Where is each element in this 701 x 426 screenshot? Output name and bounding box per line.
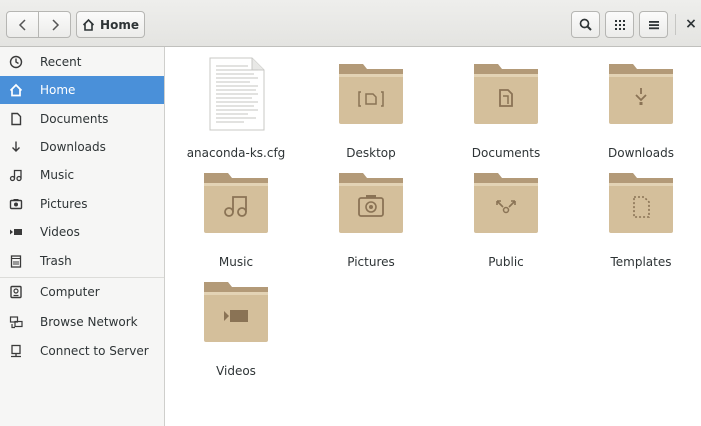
sidebar-item-videos[interactable]: Videos: [0, 218, 164, 246]
folder-item-documents[interactable]: Documents: [441, 56, 571, 166]
sidebar-item-browse-network[interactable]: Browse Network: [0, 308, 164, 336]
document-icon: [8, 111, 24, 127]
hamburger-menu-icon: [648, 20, 659, 29]
sidebar-item-label: Downloads: [40, 140, 106, 154]
sidebar-item-trash[interactable]: Trash: [0, 247, 164, 275]
folder-icon: [474, 64, 538, 124]
folder-icon: [339, 173, 403, 233]
path-home-button[interactable]: Home: [76, 11, 145, 38]
trash-icon: [8, 253, 24, 269]
sidebar-item-label: Connect to Server: [40, 344, 149, 358]
sidebar-item-label: Videos: [40, 225, 80, 239]
home-icon: [8, 82, 24, 98]
network-icon: [8, 314, 24, 330]
folder-item-pictures[interactable]: Pictures: [306, 165, 436, 275]
sidebar-item-computer[interactable]: Computer: [0, 278, 164, 306]
path-label: Home: [100, 17, 139, 32]
folder-icon: [474, 173, 538, 233]
folder-name: Downloads: [608, 146, 674, 160]
video-icon: [8, 224, 24, 240]
folder-name: Videos: [216, 364, 256, 378]
file-name: anaconda-ks.cfg: [186, 146, 286, 160]
folder-item-videos[interactable]: Videos: [171, 274, 301, 384]
chevron-left-icon: [18, 18, 26, 31]
folder-icon: [204, 173, 268, 233]
close-button[interactable]: ×: [682, 13, 700, 35]
sidebar-item-label: Documents: [40, 112, 109, 126]
menu-button[interactable]: [639, 11, 668, 38]
folder-icon: [609, 64, 673, 124]
folder-item-public[interactable]: Public: [441, 165, 571, 275]
forward-button[interactable]: [39, 12, 70, 37]
folder-name: Templates: [610, 255, 672, 269]
sidebar-item-label: Trash: [40, 254, 72, 268]
folder-icon: [339, 64, 403, 124]
sidebar-item-recent[interactable]: Recent: [0, 48, 164, 76]
folder-item-music[interactable]: Music: [171, 165, 301, 275]
folder-item-desktop[interactable]: Desktop: [306, 56, 436, 166]
drive-icon: [8, 284, 24, 300]
sidebar-item-label: Browse Network: [40, 315, 138, 329]
sidebar-item-downloads[interactable]: Downloads: [0, 133, 164, 161]
folder-item-downloads[interactable]: Downloads: [576, 56, 701, 166]
camera-icon: [8, 196, 24, 212]
header-bar: Home ×: [0, 0, 701, 47]
sidebar-item-label: Home: [40, 83, 76, 97]
sidebar-item-documents[interactable]: Documents: [0, 105, 164, 133]
home-icon: [82, 18, 95, 31]
header-separator: [675, 14, 676, 35]
grid-view-icon: [614, 19, 625, 30]
sidebar-item-label: Recent: [40, 55, 82, 69]
clock-icon: [8, 54, 24, 70]
search-icon: [579, 18, 592, 31]
download-icon: [8, 139, 24, 155]
folder-name: Music: [218, 255, 254, 269]
sidebar-item-music[interactable]: Music: [0, 161, 164, 189]
navigation-buttons: [6, 11, 71, 38]
close-icon: ×: [685, 16, 697, 32]
folder-icon: [609, 173, 673, 233]
music-icon: [8, 167, 24, 183]
sidebar-item-label: Pictures: [40, 197, 88, 211]
back-button[interactable]: [7, 12, 39, 37]
folder-item-templates[interactable]: Templates: [576, 165, 701, 275]
chevron-right-icon: [51, 18, 59, 31]
folder-name: Desktop: [346, 146, 396, 160]
file-item[interactable]: anaconda-ks.cfg: [171, 56, 301, 166]
sidebar-item-label: Music: [40, 168, 75, 182]
file-grid: anaconda-ks.cfg Desktop Documents Downlo…: [166, 48, 701, 426]
folder-icon: [204, 282, 268, 342]
folder-name: Pictures: [347, 255, 395, 269]
folder-name: Public: [488, 255, 524, 269]
folder-name: Documents: [471, 146, 541, 160]
sidebar: Recent Home Documents Downloads Music Pi…: [0, 47, 165, 426]
sidebar-item-connect-to-server[interactable]: Connect to Server: [0, 337, 164, 365]
text-file-icon: [209, 57, 265, 131]
sidebar-item-home[interactable]: Home: [0, 76, 164, 104]
search-button[interactable]: [571, 11, 600, 38]
view-mode-button[interactable]: [605, 11, 634, 38]
server-icon: [8, 343, 24, 359]
sidebar-item-label: Computer: [40, 285, 100, 299]
sidebar-item-pictures[interactable]: Pictures: [0, 190, 164, 218]
